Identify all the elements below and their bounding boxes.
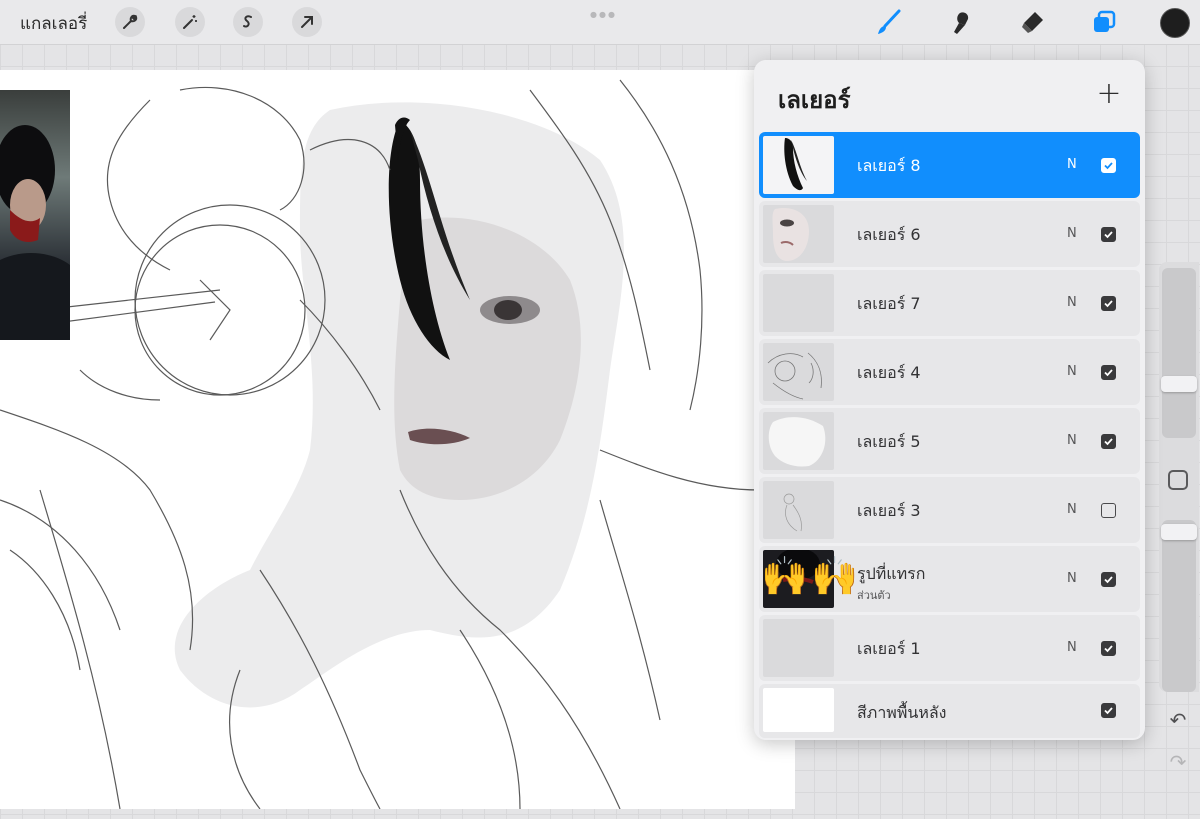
blend-mode-button[interactable]: N — [1067, 502, 1077, 517]
visibility-checkbox[interactable] — [1101, 227, 1116, 242]
visibility-checkbox[interactable] — [1101, 641, 1116, 656]
background-color-swatch — [763, 688, 834, 732]
undo-icon[interactable]: ↶ — [1166, 708, 1190, 732]
layer-thumbnail — [763, 136, 834, 194]
layer-row[interactable]: เลเยอร์ 7 N — [759, 270, 1140, 336]
gallery-button[interactable]: แกลเลอรี่ — [20, 10, 87, 37]
blend-mode-button[interactable]: N — [1067, 640, 1077, 655]
layer-name: รูปที่แทรก — [857, 564, 926, 583]
visibility-checkbox[interactable] — [1101, 365, 1116, 380]
checkmark-icon — [1104, 438, 1113, 446]
layer-name: เลเยอร์ 4 — [857, 363, 921, 382]
layer-name: เลเยอร์ 6 — [857, 225, 921, 244]
emoji-sticker: 🙌 — [811, 554, 859, 598]
layer-row[interactable]: เลเยอร์ 8 N — [759, 132, 1140, 198]
layer-row[interactable]: เลเยอร์ 5 N — [759, 408, 1140, 474]
eraser-icon[interactable] — [1016, 6, 1048, 38]
blend-mode-button[interactable]: N — [1067, 157, 1077, 172]
blend-mode-button[interactable]: N — [1067, 364, 1077, 379]
layer-name: เลเยอร์ 5 — [857, 432, 921, 451]
layer-row[interactable]: เลเยอร์ 4 N — [759, 339, 1140, 405]
visibility-checkbox[interactable] — [1101, 503, 1116, 518]
layer-thumbnail — [763, 619, 834, 677]
blend-mode-button[interactable]: N — [1067, 571, 1077, 586]
square-icon[interactable] — [1168, 470, 1188, 490]
checkmark-icon — [1104, 576, 1113, 584]
layer-thumbnail — [763, 412, 834, 470]
layer-name: เลเยอร์ 7 — [857, 294, 921, 313]
layers-panel: เลเยอร์ + เลเยอร์ 8 N เลเยอร์ 6 N เลเยอร… — [754, 60, 1145, 740]
visibility-checkbox[interactable] — [1101, 572, 1116, 587]
layer-row[interactable]: 🙌 🙌 รูปที่แทรก ส่วนตัว N — [759, 546, 1140, 612]
layer-name: สีภาพพื้นหลัง — [857, 703, 947, 722]
sketch-artwork — [0, 79, 761, 809]
blend-mode-button[interactable]: N — [1067, 433, 1077, 448]
layer-thumbnail — [763, 274, 834, 332]
brush-icon[interactable] — [873, 6, 905, 38]
blend-mode-button[interactable]: N — [1067, 295, 1077, 310]
panel-title: เลเยอร์ — [778, 86, 851, 114]
visibility-checkbox[interactable] — [1101, 434, 1116, 449]
smudge-icon[interactable] — [945, 6, 977, 38]
layer-row[interactable]: เลเยอร์ 3 N — [759, 477, 1140, 543]
checkmark-icon — [1104, 300, 1113, 308]
checkmark-icon — [1104, 231, 1113, 239]
checkmark-icon — [1104, 162, 1113, 170]
layer-name: เลเยอร์ 8 — [857, 156, 921, 175]
redo-icon[interactable]: ↷ — [1166, 750, 1190, 774]
visibility-checkbox[interactable] — [1101, 158, 1116, 173]
drawing-canvas[interactable] — [0, 70, 795, 809]
layer-row[interactable]: เลเยอร์ 1 N — [759, 615, 1140, 681]
layer-name: เลเยอร์ 3 — [857, 501, 921, 520]
emoji-sticker: 🙌 — [761, 554, 809, 598]
checkmark-icon — [1104, 369, 1113, 377]
checkmark-icon — [1104, 707, 1113, 715]
layer-thumbnail — [763, 481, 834, 539]
visibility-checkbox[interactable] — [1101, 703, 1116, 718]
layers-icon[interactable] — [1088, 6, 1120, 38]
opacity-slider[interactable] — [1162, 520, 1196, 692]
layer-subtitle: ส่วนตัว — [857, 589, 891, 602]
layer-thumbnail — [763, 343, 834, 401]
brush-size-thumb[interactable] — [1161, 376, 1197, 392]
layer-name: เลเยอร์ 1 — [857, 639, 921, 658]
wrench-icon[interactable] — [115, 7, 145, 37]
selection-icon[interactable] — [233, 7, 263, 37]
toolbar-grabber: ●●● — [590, 10, 617, 19]
checkmark-icon — [1104, 645, 1113, 653]
brush-size-slider[interactable] — [1162, 268, 1196, 438]
background-color-row[interactable]: สีภาพพื้นหลัง — [759, 684, 1140, 738]
magic-wand-icon[interactable] — [175, 7, 205, 37]
plus-icon[interactable]: + — [1094, 79, 1124, 110]
layer-row[interactable]: เลเยอร์ 6 N — [759, 201, 1140, 267]
arrow-cursor-icon[interactable] — [292, 7, 322, 37]
blend-mode-button[interactable]: N — [1067, 226, 1077, 241]
visibility-checkbox[interactable] — [1101, 296, 1116, 311]
color-picker-button[interactable] — [1160, 8, 1190, 38]
reference-photo — [0, 90, 70, 340]
layer-thumbnail — [763, 205, 834, 263]
opacity-thumb[interactable] — [1161, 524, 1197, 540]
top-toolbar: แกลเลอรี่ ●●● — [0, 0, 1200, 45]
